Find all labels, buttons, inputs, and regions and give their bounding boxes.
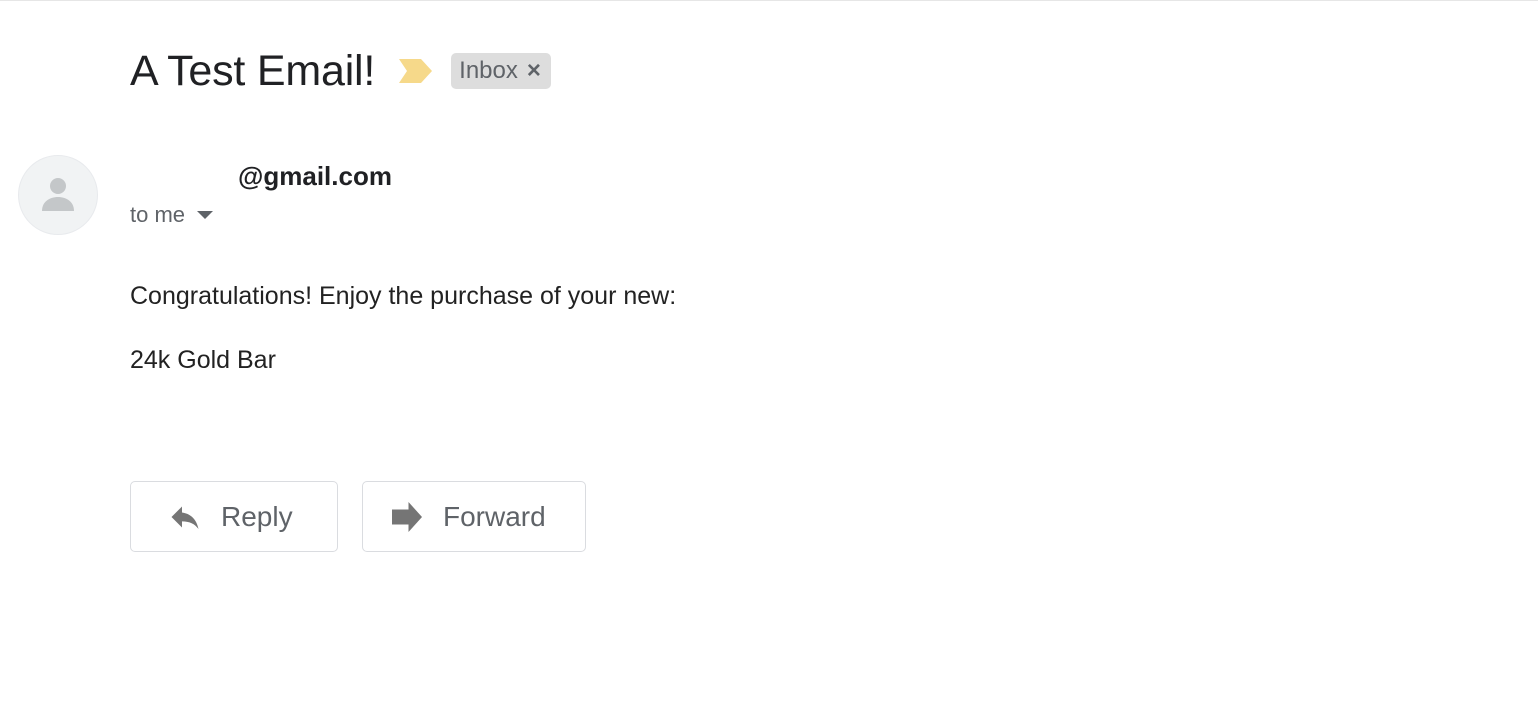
email-body-line: 24k Gold Bar	[130, 346, 276, 374]
redacted-username	[130, 163, 238, 194]
subject-row: A Test Email! Inbox ×	[130, 45, 551, 97]
forward-label: Forward	[443, 500, 546, 532]
reply-label: Reply	[221, 500, 293, 532]
label-chip-inbox: Inbox ×	[451, 53, 551, 89]
reply-button[interactable]: Reply	[130, 481, 338, 552]
label-chip-text: Inbox	[459, 57, 518, 84]
forward-button[interactable]: Forward	[362, 481, 586, 552]
recipient-line: to me	[130, 201, 214, 229]
sender-address[interactable]: @gmail.com	[130, 159, 392, 194]
sender-domain: @gmail.com	[238, 161, 392, 191]
email-subject: A Test Email!	[130, 47, 376, 95]
reply-arrow-icon	[167, 499, 203, 535]
email-body-line: Congratulations! Enjoy the purchase of y…	[130, 282, 677, 310]
sender-avatar[interactable]	[18, 155, 98, 235]
forward-arrow-icon	[389, 499, 425, 535]
recipient-text: to me	[130, 202, 186, 227]
remove-label-icon[interactable]: ×	[527, 59, 541, 83]
importance-marker-icon[interactable]	[399, 58, 433, 84]
email-view: A Test Email! Inbox × @gmail.com to me C…	[0, 0, 1538, 726]
caret-down-icon[interactable]	[197, 211, 214, 219]
person-icon	[42, 178, 74, 211]
